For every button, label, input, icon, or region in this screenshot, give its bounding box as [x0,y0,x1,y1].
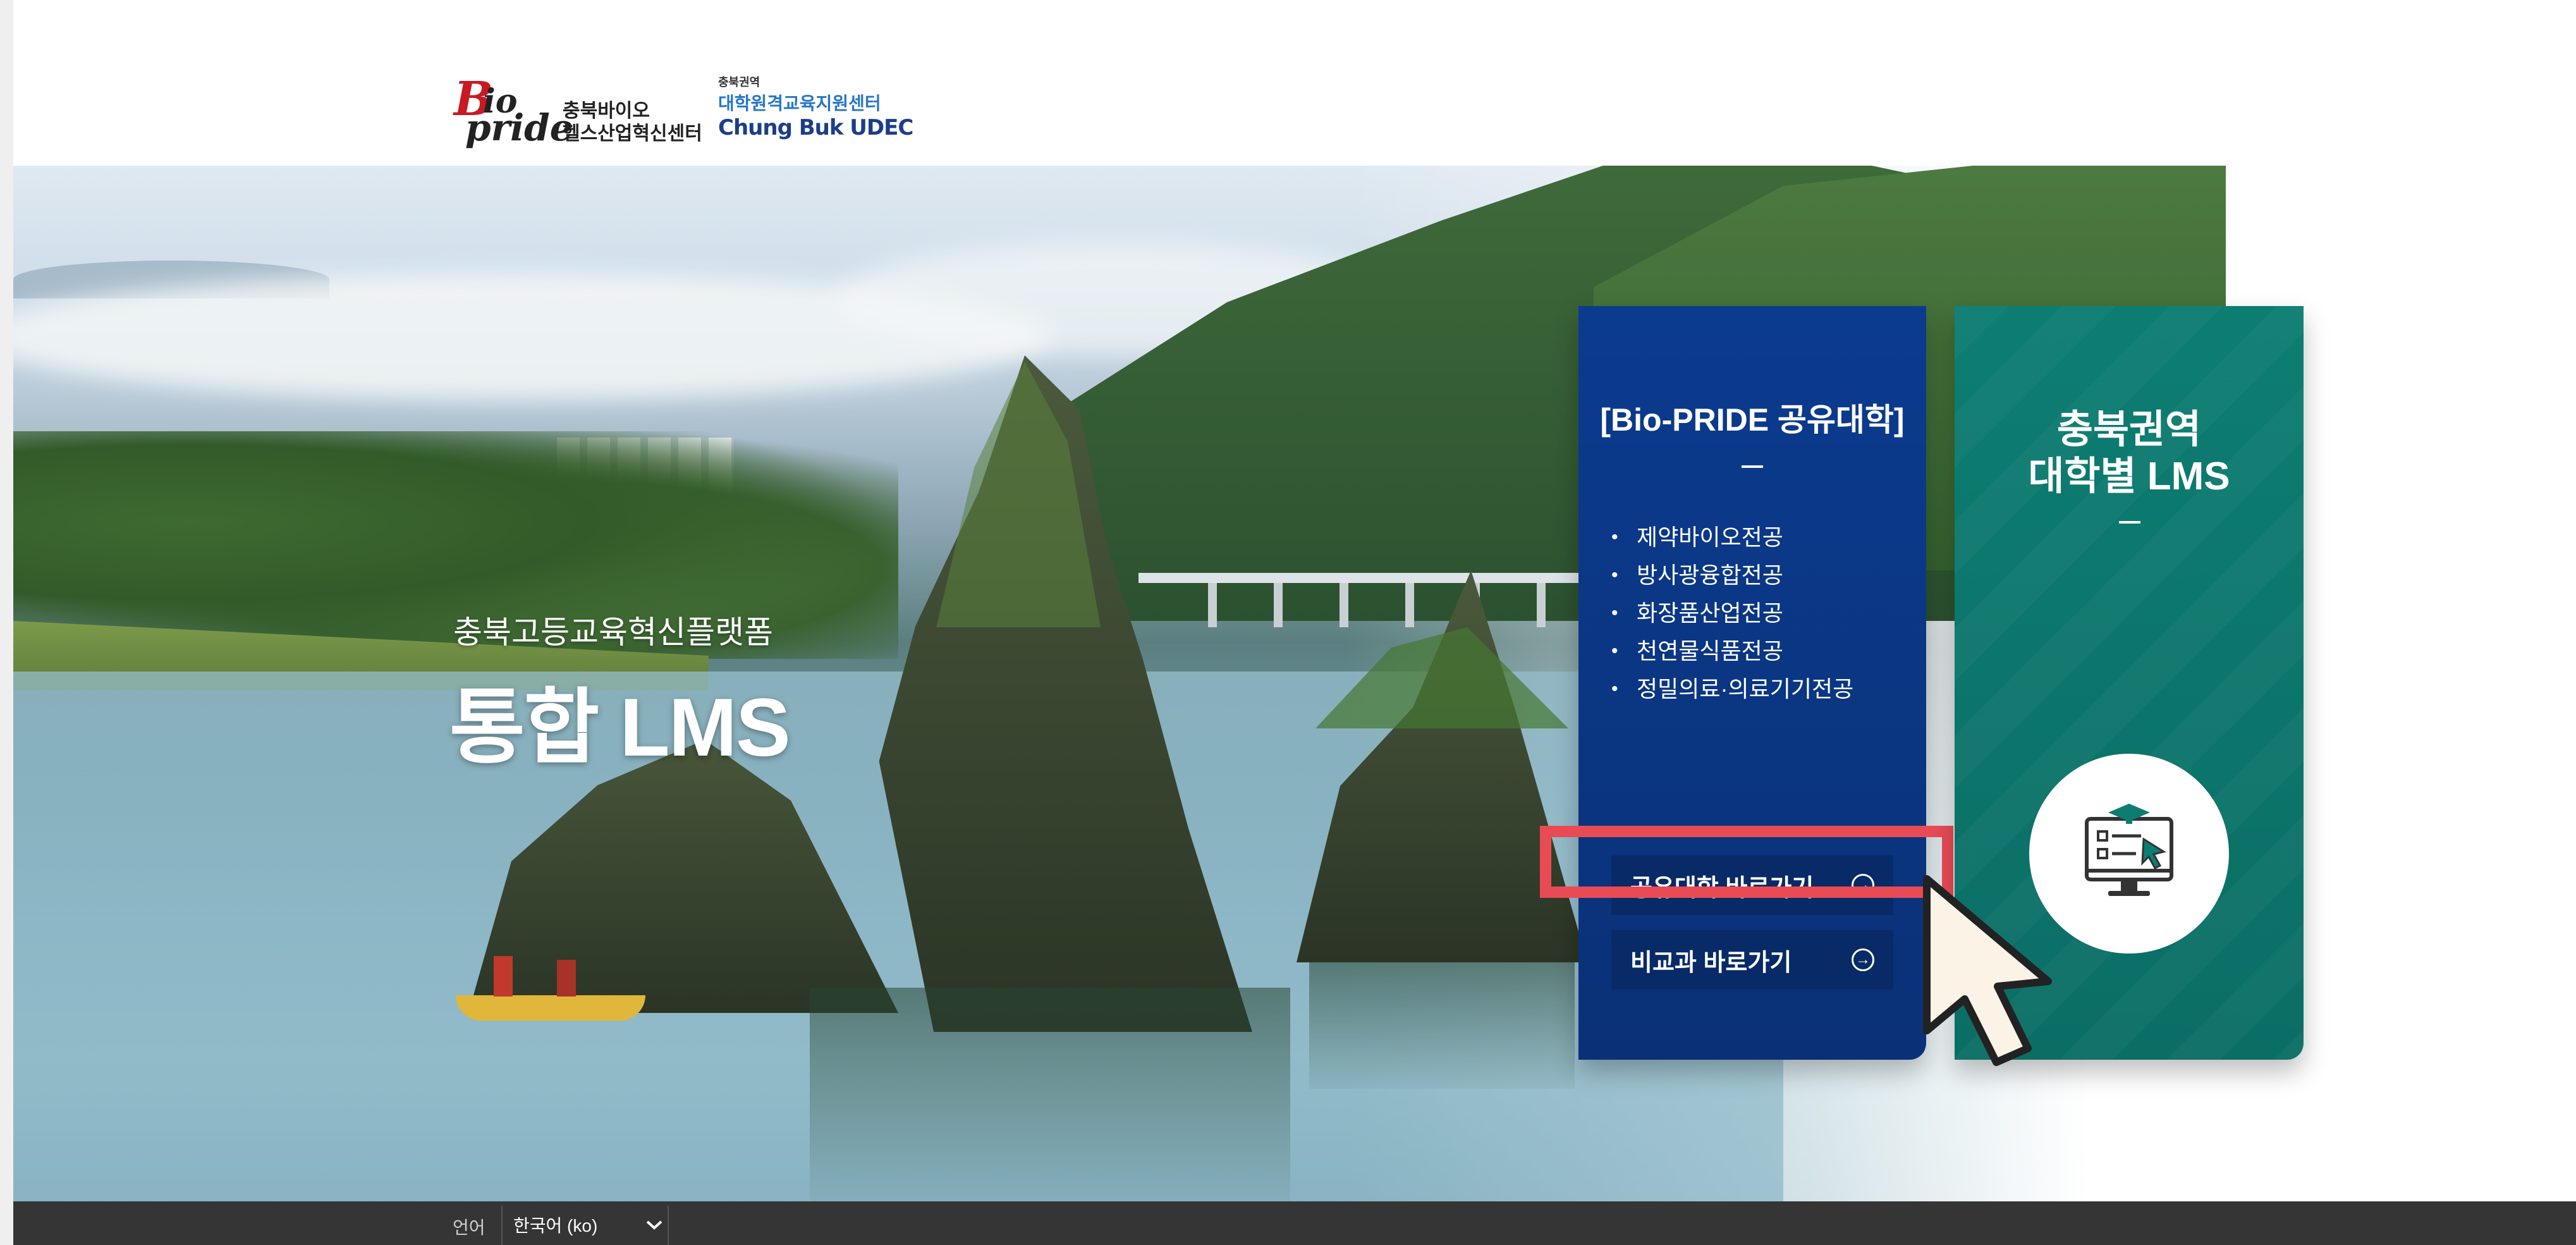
footer-divider [668,1206,669,1245]
site-footer [13,1201,2576,1245]
site-header [13,52,2576,166]
footer-divider [501,1206,503,1245]
highlight-box [1540,826,1953,898]
title-divider [2119,521,2140,524]
udec-logo-line2: 대학원격교육지원센터 [718,93,881,114]
lms-card-title-line1: 충북권역 [2056,408,2202,451]
biopride-card-title: [Bio-PRIDE 공유대학] [1600,402,1905,438]
major-item: 제약바이오전공 [1611,518,1908,556]
arrow-circle-icon: → [1852,948,1874,971]
nondegree-button[interactable]: 비교과 바로가기 → [1611,930,1893,990]
major-item: 천연물식품전공 [1611,632,1908,670]
major-item: 방사광융합전공 [1611,556,1908,594]
language-label: 언어 [453,1218,485,1237]
hero-title: 통합 LMS [449,681,791,773]
biopride-card: [Bio-PRIDE 공유대학] 제약바이오전공 방사광융합전공 화장품산업전공… [1578,306,1926,1060]
title-divider [1742,465,1763,468]
chevron-down-icon [646,1220,662,1230]
monitor-elearning-icon [2085,804,2173,896]
biopride-logo-line2: 헬스산업혁신센터 [563,123,702,145]
udec-logo-line1: 충북권역 [718,76,760,89]
biopride-logo[interactable]: B io pride 충북바이오 헬스산업혁신센터 [453,70,705,152]
language-select[interactable]: 한국어 (ko) [513,1209,664,1241]
major-item: 정밀의료·의료기기전공 [1611,670,1908,708]
boat-person [557,960,576,997]
water-reflection [1309,962,1575,1089]
udec-logo-line3: Chung Buk UDEC [718,115,913,140]
mouse-cursor-icon [1923,875,2052,1066]
udec-logo[interactable]: 충북권역 대학원격교육지원센터 Chung Buk UDEC [718,73,913,149]
language-select-value: 한국어 (ko) [513,1216,598,1236]
lms-card-title-line2: 대학별 LMS [2028,455,2230,498]
major-item: 화장품산업전공 [1611,594,1908,632]
boat-person [494,956,513,997]
bridge-deck [1138,573,1581,583]
water-reflection [810,988,1290,1201]
hero-subtitle: 충북고등교육혁신플랫폼 [453,615,773,650]
boat [456,995,645,1021]
nondegree-button-label: 비교과 바로가기 [1630,949,1792,976]
bridge-pillars [1151,583,1581,627]
major-list: 제약바이오전공 방사광융합전공 화장품산업전공 천연물식품전공 정밀의료·의료기… [1611,518,1908,708]
